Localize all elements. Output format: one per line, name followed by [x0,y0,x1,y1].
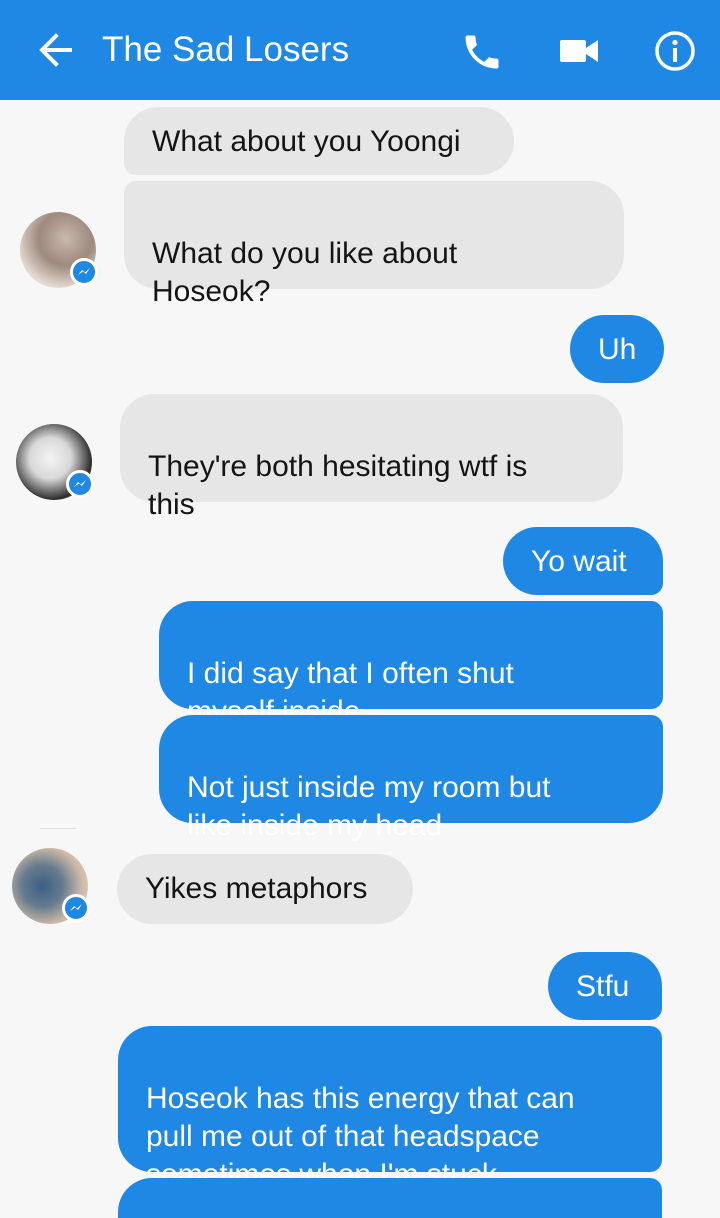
message-text: Not just inside my room but like inside … [187,771,551,842]
message-bubble-outgoing[interactable]: Stfu [548,952,662,1020]
info-icon[interactable] [654,30,696,72]
avatar[interactable] [20,212,98,288]
message-bubble-outgoing[interactable]: Hoseok has this energy that can pull me … [118,1026,662,1191]
message-text: Stfu [576,970,630,1003]
message-bubble-incoming[interactable]: Yikes metaphors [117,854,413,924]
message-text: Yikes metaphors [145,872,368,905]
message-text: Uh [598,333,637,366]
message-text: Hoseok has this energy that can pull me … [146,1082,575,1191]
conversation-title: The Sad Losers [102,30,350,69]
divider [40,828,76,829]
message-bubble-incoming[interactable]: What about you Yoongi [124,107,514,175]
message-bubble-outgoing[interactable]: Not just inside my room but like inside … [159,715,663,842]
avatar[interactable] [16,424,94,500]
arrow-left-icon[interactable] [36,30,76,70]
message-bubble-outgoing[interactable] [118,1178,662,1218]
avatar[interactable] [12,848,90,924]
message-text: What about you Yoongi [152,125,461,158]
message-text: They're both hesitating wtf is this [148,450,528,521]
message-bubble-outgoing[interactable]: Yo wait [503,527,663,595]
message-text: Yo wait [531,545,627,578]
message-text: What do you like about Hoseok? [152,237,458,308]
messenger-badge-icon [70,258,98,286]
message-bubble-incoming[interactable]: They're both hesitating wtf is this [120,394,623,521]
message-bubble-incoming[interactable]: What do you like about Hoseok? [124,181,624,308]
messenger-badge-icon [62,894,90,922]
message-bubble-outgoing[interactable]: Uh [570,315,664,383]
messenger-badge-icon [66,470,94,498]
chat-header: The Sad Losers [0,0,720,100]
phone-icon[interactable] [460,30,504,74]
video-camera-icon[interactable] [558,36,600,66]
message-bubble-outgoing[interactable]: I did say that I often shut myself insid… [159,601,663,728]
